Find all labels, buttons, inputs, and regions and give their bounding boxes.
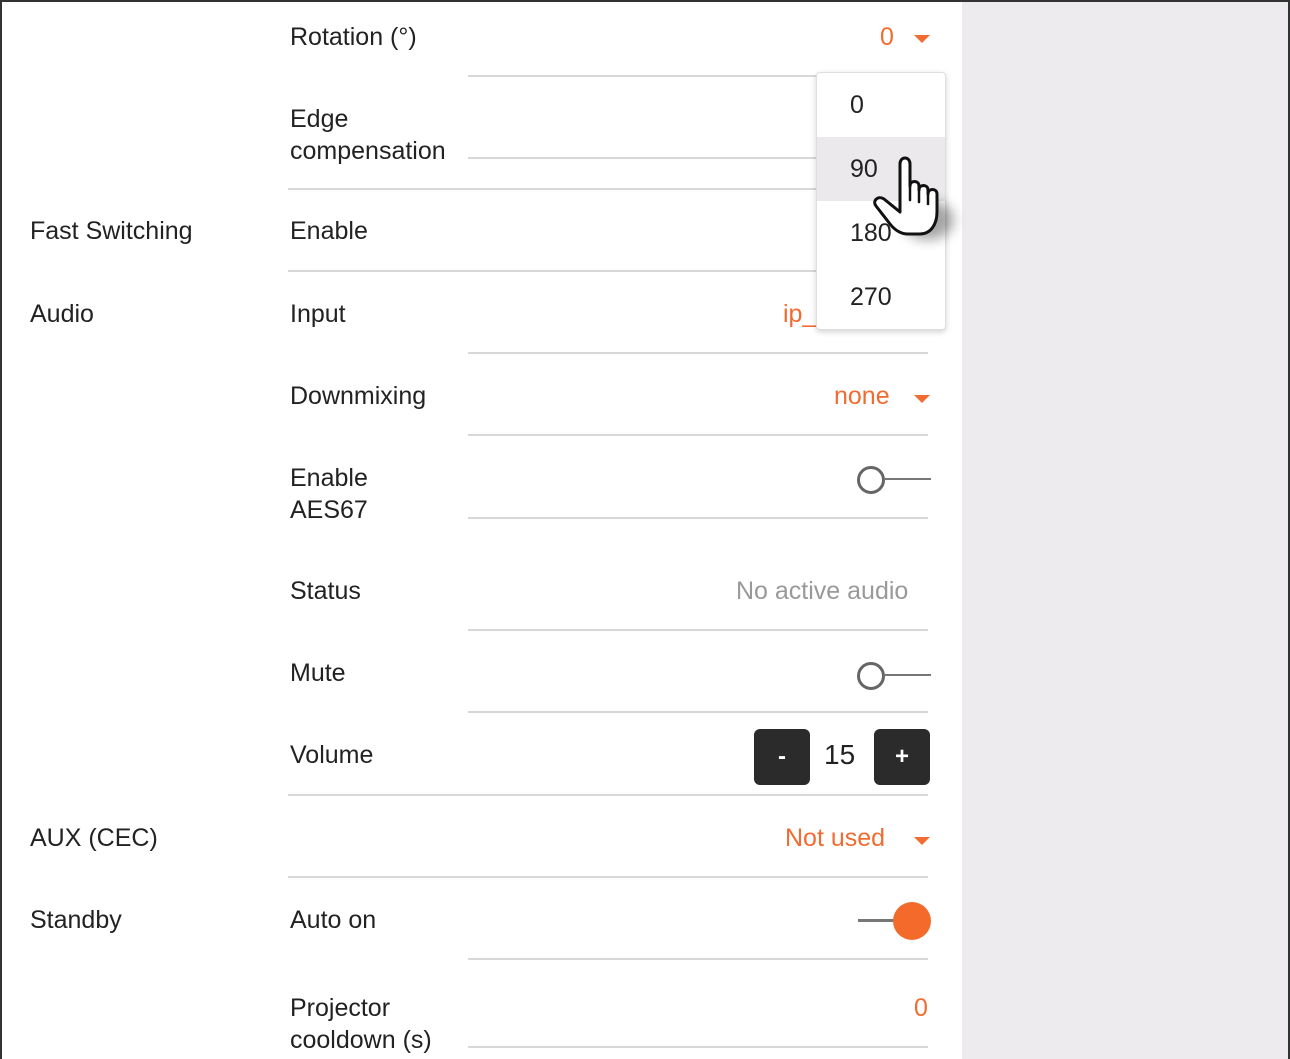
standby-section-label: Standby (30, 906, 122, 934)
rotation-select[interactable]: 0 (870, 18, 940, 58)
window-frame-left (0, 0, 2, 1059)
aux-cec-section-label: AUX (CEC) (30, 824, 158, 852)
rotation-option-0[interactable]: 0 (817, 73, 945, 137)
hand-pointer-icon (873, 156, 954, 240)
section-divider (288, 794, 928, 796)
row-divider (468, 157, 838, 159)
row-divider (468, 1046, 928, 1048)
rotation-option-label: 270 (850, 283, 892, 311)
fast-switching-enable-label: Enable (290, 217, 368, 245)
row-divider (468, 711, 928, 713)
toggle-track (885, 674, 931, 676)
downmixing-select[interactable]: none (828, 378, 938, 418)
caret-down-icon (914, 837, 930, 845)
aux-cec-select[interactable]: Not used (780, 820, 938, 860)
rotation-option-270[interactable]: 270 (817, 265, 945, 329)
toggle-track (885, 478, 931, 480)
row-divider (468, 352, 928, 354)
row-divider (468, 434, 928, 436)
row-divider (468, 629, 928, 631)
projector-cooldown-value[interactable]: 0 (914, 992, 928, 1024)
volume-value: 15 (824, 739, 856, 770)
audio-input-value[interactable]: ip_ (783, 298, 816, 330)
auto-on-label: Auto on (290, 906, 377, 934)
audio-status-value: No active audio (736, 577, 909, 605)
fast-switching-section-label: Fast Switching (30, 217, 193, 245)
auto-on-toggle[interactable] (855, 900, 933, 940)
enable-aes67-toggle[interactable] (855, 464, 931, 496)
aux-cec-value: Not used (785, 824, 886, 852)
volume-label: Volume (290, 741, 374, 769)
rotation-value: 0 (880, 23, 894, 51)
enable-aes67-label: Enable AES67 (290, 464, 368, 524)
edge-compensation-label: Edge compensation (290, 105, 446, 165)
section-divider (288, 876, 928, 878)
volume-increase-button[interactable]: + (874, 729, 930, 785)
row-divider (468, 958, 928, 960)
rotation-label: Rotation (°) (290, 23, 417, 51)
toggle-knob (857, 466, 885, 494)
rotation-option-label: 0 (850, 91, 864, 119)
row-divider (468, 75, 838, 77)
volume-decrease-button[interactable]: - (754, 729, 810, 785)
toggle-knob (893, 902, 931, 940)
row-divider (468, 517, 928, 519)
mute-toggle[interactable] (855, 660, 931, 692)
side-panel (962, 2, 1288, 1059)
audio-input-label: Input (290, 300, 346, 328)
toggle-knob (857, 662, 885, 690)
downmixing-label: Downmixing (290, 382, 427, 410)
downmixing-value: none (834, 382, 890, 410)
caret-down-icon (914, 35, 930, 43)
caret-down-icon (914, 395, 930, 403)
mute-label: Mute (290, 659, 346, 687)
audio-section-label: Audio (30, 300, 94, 328)
audio-status-label: Status (290, 577, 361, 605)
projector-cooldown-label: Projector cooldown (s) (290, 994, 432, 1054)
